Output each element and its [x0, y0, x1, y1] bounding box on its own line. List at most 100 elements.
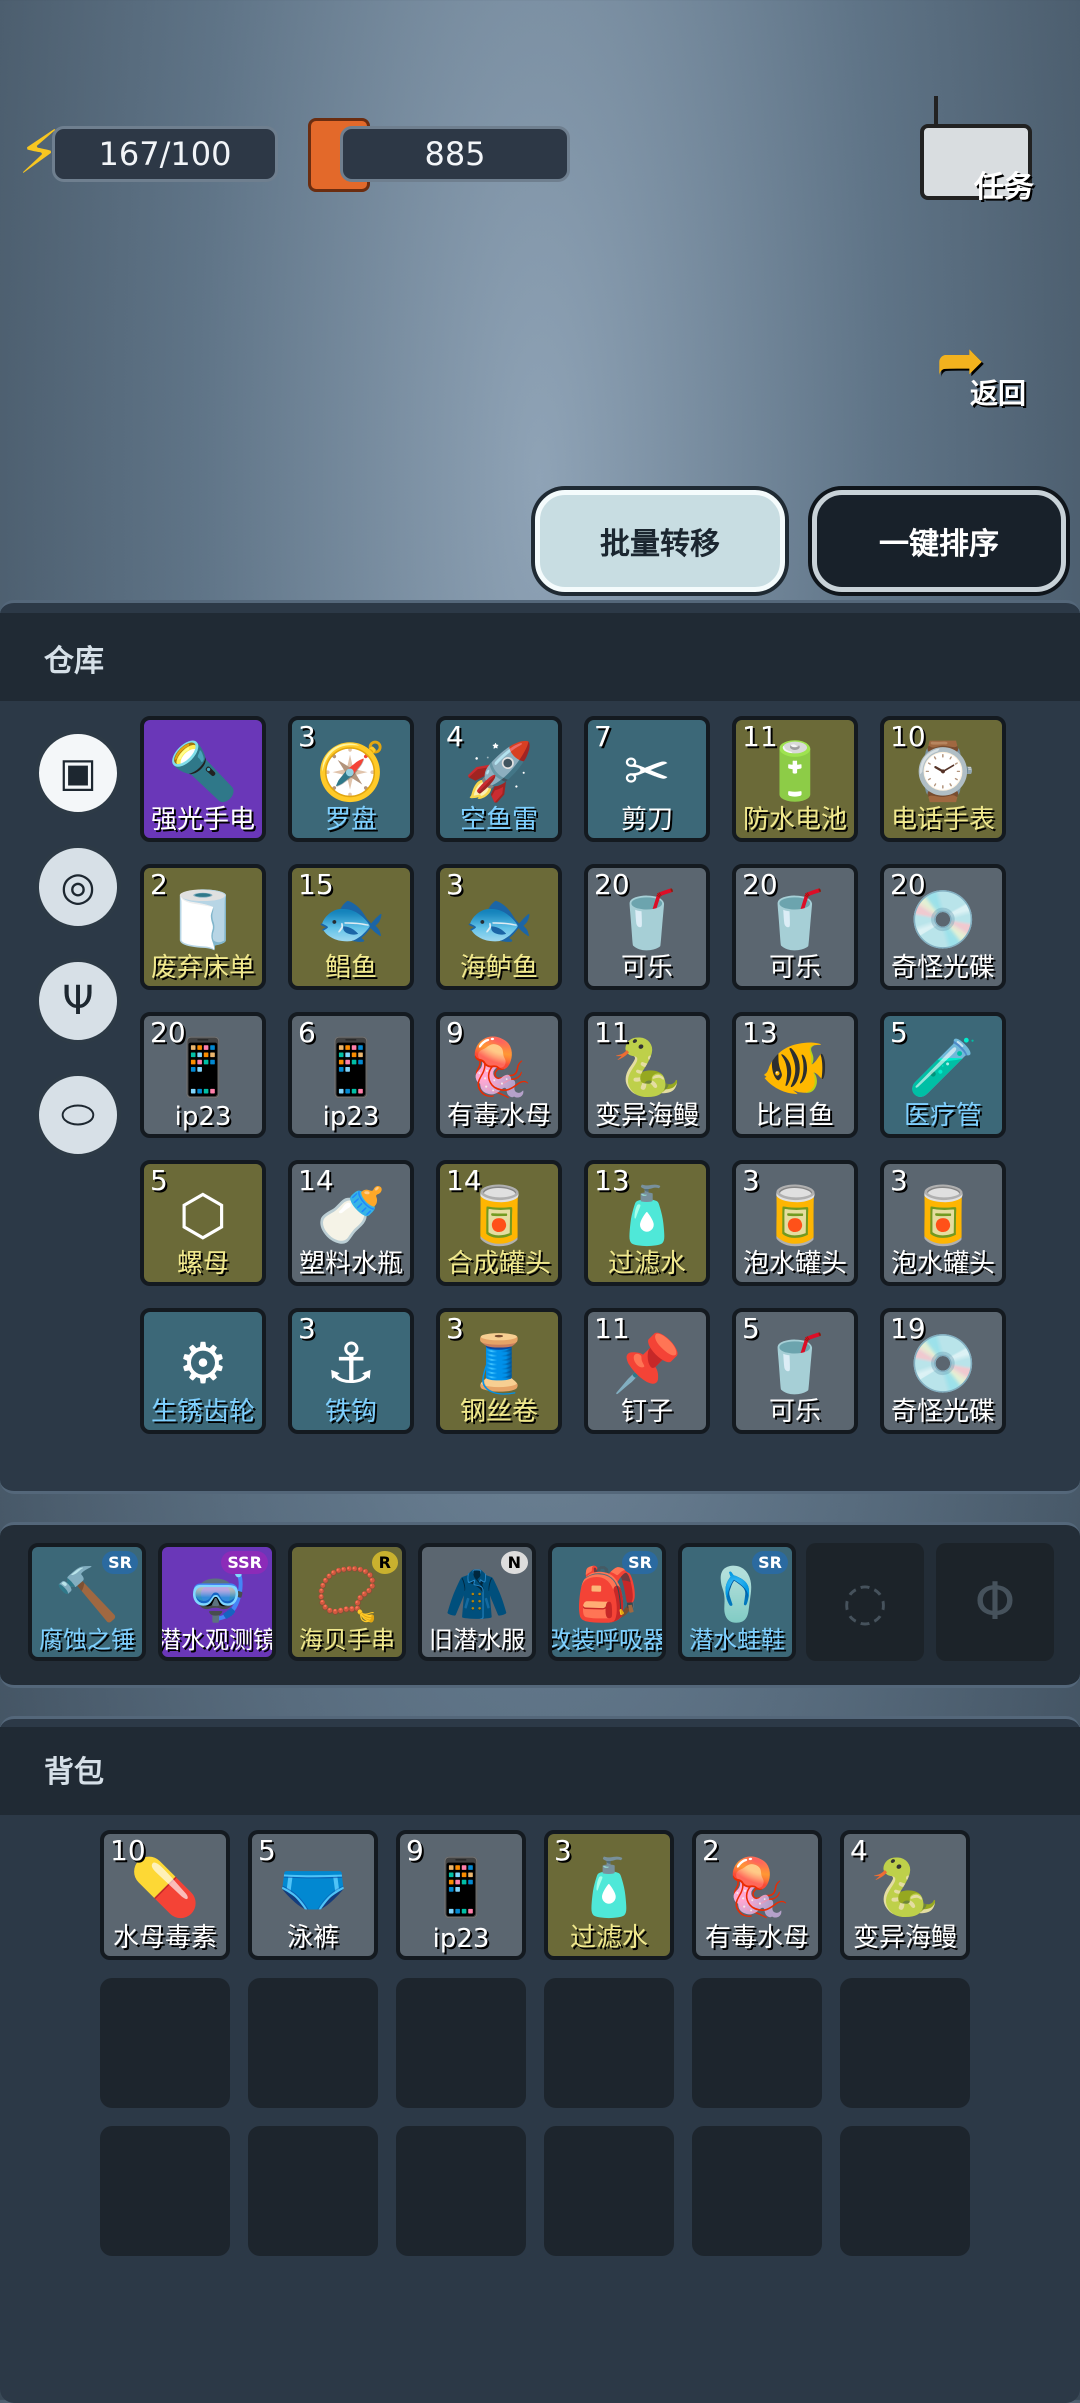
item-slot[interactable]: 🥤 20 可乐 [584, 864, 710, 990]
empty-slot[interactable] [248, 2126, 378, 2256]
equipment-name: 海贝手串 [299, 1626, 395, 1654]
item-slot[interactable]: 🚀 4 空鱼雷 [436, 716, 562, 842]
empty-slot[interactable] [840, 1978, 970, 2108]
item-name: 防水电池 [742, 805, 847, 835]
equipment-name: 改装呼吸器 [548, 1626, 666, 1654]
item-name: 海鲈鱼 [459, 953, 538, 983]
cola-can-icon: 🥤 [760, 1331, 830, 1397]
empty-slot[interactable] [544, 2126, 674, 2256]
item-slot[interactable]: 🧭 3 罗盘 [288, 716, 414, 842]
empty-slot[interactable] [692, 2126, 822, 2256]
item-count: 20 [594, 868, 630, 901]
one-key-sort-button[interactable]: 一键排序 [812, 490, 1066, 592]
item-slot[interactable]: 🐟 3 海鲈鱼 [436, 864, 562, 990]
equip-slot[interactable]: 🎒 SR 改装呼吸器 [548, 1543, 666, 1661]
equip-slot[interactable]: 📿 R 海贝手串 [288, 1543, 406, 1661]
item-name: 泡水罐头 [890, 1249, 995, 1279]
water-bottle-icon: 🧴 [574, 1855, 644, 1921]
empty-slot[interactable] [840, 2126, 970, 2256]
item-count: 4 [446, 720, 464, 753]
bass-icon: 🐟 [464, 887, 534, 953]
item-slot[interactable]: 🔋 11 防水电池 [732, 716, 858, 842]
item-slot[interactable]: 🪼 9 有毒水母 [436, 1012, 562, 1138]
item-name: 钉子 [620, 1397, 673, 1427]
empty-slot[interactable] [692, 1978, 822, 2108]
item-slot[interactable]: 💊 10 水母毒素 [100, 1830, 230, 1960]
equip-slot[interactable]: 🧥 N 旧潜水服 [418, 1543, 536, 1661]
backpack-header [0, 1727, 1080, 1815]
batch-transfer-button[interactable]: 批量转移 [535, 490, 785, 592]
energy-value: 167/100 [98, 135, 232, 173]
equip-slot[interactable]: 🩴 SR 潜水蛙鞋 [678, 1543, 796, 1661]
item-name: 奇怪光碟 [890, 953, 995, 983]
item-slot[interactable]: 🧴 13 过滤水 [584, 1160, 710, 1286]
item-slot[interactable]: ⚙ 生锈齿轮 [140, 1308, 266, 1434]
item-slot[interactable]: 🥤 20 可乐 [732, 864, 858, 990]
task-radio-button[interactable]: 任务 [916, 96, 1056, 206]
item-slot[interactable]: 🥫 3 泡水罐头 [880, 1160, 1006, 1286]
item-slot[interactable]: 🩲 5 泳裤 [248, 1830, 378, 1960]
hook-icon: ⚓ [325, 1331, 377, 1397]
equip-slot[interactable]: 🔨 SR 腐蚀之锤 [28, 1543, 146, 1661]
empty-slot[interactable] [100, 2126, 230, 2256]
warehouse-header [0, 613, 1080, 701]
item-count: 13 [742, 1016, 778, 1049]
item-slot[interactable]: 💿 19 奇怪光碟 [880, 1308, 1006, 1434]
item-slot[interactable]: 🥤 5 可乐 [732, 1308, 858, 1434]
equipment-icon: 🧥 [444, 1565, 510, 1626]
box-icon: ▣ [59, 750, 97, 796]
phone-icon: 📱 [316, 1035, 386, 1101]
item-count: 3 [446, 868, 464, 901]
empty-slot[interactable] [396, 1978, 526, 2108]
item-slot[interactable]: 🪼 2 有毒水母 [692, 1830, 822, 1960]
item-slot[interactable]: 📱 9 ip23 [396, 1830, 526, 1960]
equip-slot[interactable]: 🤿 SSR 潜水观测镜 [158, 1543, 276, 1661]
item-slot[interactable]: 🍼 14 塑料水瓶 [288, 1160, 414, 1286]
item-name: ip23 [174, 1102, 232, 1132]
item-slot[interactable]: 🧻 2 废弃床单 [140, 864, 266, 990]
item-slot[interactable]: 🧵 3 钢丝卷 [436, 1308, 562, 1434]
nut-icon: ⬡ [178, 1183, 228, 1249]
item-name: 泳裤 [286, 1923, 339, 1953]
item-name: 螺母 [176, 1249, 229, 1279]
back-button[interactable]: ➦ 返回 [936, 322, 1046, 412]
empty-slot[interactable] [544, 1978, 674, 2108]
item-slot[interactable]: 🐍 11 变异海鳗 [584, 1012, 710, 1138]
item-slot[interactable]: ⬡ 5 螺母 [140, 1160, 266, 1286]
item-slot[interactable]: 🔦 强光手电 [140, 716, 266, 842]
phone-icon: 📱 [426, 1855, 496, 1921]
item-name: 可乐 [768, 1397, 821, 1427]
category-tab-medicine[interactable]: ⬭ [35, 1072, 121, 1158]
item-slot[interactable]: 🐍 4 变异海鳗 [840, 1830, 970, 1960]
item-slot[interactable]: ⌚ 10 电话手表 [880, 716, 1006, 842]
item-slot[interactable]: 🧴 3 过滤水 [544, 1830, 674, 1960]
can-icon: ◎ [60, 864, 96, 910]
item-count: 11 [594, 1016, 630, 1049]
item-name: 铁钩 [324, 1397, 377, 1427]
category-tab-food[interactable]: ◎ [35, 844, 121, 930]
item-count: 2 [150, 868, 168, 901]
item-slot[interactable]: 💿 20 奇怪光碟 [880, 864, 1006, 990]
item-name: 变异海鳗 [594, 1101, 699, 1131]
item-slot[interactable]: 🐠 13 比目鱼 [732, 1012, 858, 1138]
item-name: 有毒水母 [704, 1923, 809, 1953]
item-slot[interactable]: 📱 6 ip23 [288, 1012, 414, 1138]
item-slot[interactable]: 🥫 14 合成罐头 [436, 1160, 562, 1286]
equip-slot-artifact[interactable]: Φ [936, 1543, 1054, 1661]
compass-icon: 🧭 [316, 739, 386, 805]
category-tab-tools[interactable]: Ψ [35, 958, 121, 1044]
item-slot[interactable]: ⚓ 3 铁钩 [288, 1308, 414, 1434]
item-slot[interactable]: 🧪 5 医疗管 [880, 1012, 1006, 1138]
empty-slot[interactable] [100, 1978, 230, 2108]
item-slot[interactable]: ✂ 7 剪刀 [584, 716, 710, 842]
item-slot[interactable]: 🐟 15 鲳鱼 [288, 864, 414, 990]
item-name: 泡水罐头 [742, 1249, 847, 1279]
empty-slot[interactable] [396, 2126, 526, 2256]
category-tab-box[interactable]: ▣ [35, 730, 121, 816]
equip-slot-necklace[interactable]: ◌ [806, 1543, 924, 1661]
item-slot[interactable]: 🥫 3 泡水罐头 [732, 1160, 858, 1286]
empty-slot[interactable] [248, 1978, 378, 2108]
medical-tube-icon: 🧪 [908, 1035, 978, 1101]
item-slot[interactable]: 📱 20 ip23 [140, 1012, 266, 1138]
item-slot[interactable]: 📌 11 钉子 [584, 1308, 710, 1434]
